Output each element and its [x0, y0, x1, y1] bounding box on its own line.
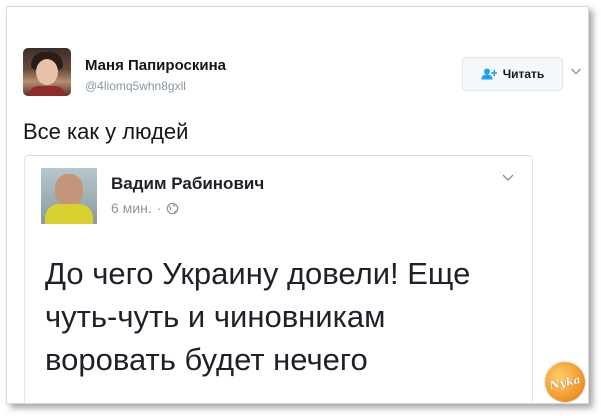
avatar-shirt — [45, 204, 93, 224]
avatar-collar — [29, 86, 65, 96]
post-author-name[interactable]: Вадим Рабинович — [111, 174, 264, 194]
chevron-down-icon[interactable] — [570, 65, 582, 77]
post-line: До чего Украину довели! Еще — [45, 256, 471, 291]
user-handle[interactable]: @4liomq5whn8gxll — [85, 79, 186, 93]
post-time[interactable]: 6 мин. — [111, 200, 152, 216]
meta-separator: · — [156, 200, 162, 216]
follow-label: Читать — [502, 67, 545, 81]
avatar[interactable] — [23, 48, 71, 96]
post-author-avatar[interactable] — [41, 168, 97, 224]
watermark-text: Nyka — [548, 372, 582, 392]
globe-icon — [167, 202, 179, 214]
post-line: чуть-чуть и чиновникам — [45, 299, 386, 334]
follow-button[interactable]: Читать — [462, 57, 563, 91]
add-user-icon — [481, 68, 497, 80]
post-meta: 6 мин. · — [111, 200, 179, 216]
screenshot-frame: Маня Папироскина @4liomq5whn8gxll Читать… — [6, 6, 589, 404]
chevron-down-icon[interactable] — [501, 170, 515, 184]
watermark-logo: Nyka — [541, 358, 588, 403]
embedded-post-card[interactable]: Вадим Рабинович 6 мин. · До чего Украину… — [24, 155, 533, 403]
avatar-head — [55, 174, 83, 206]
user-name[interactable]: Маня Папироскина — [85, 57, 226, 74]
post-line: воровать будет нечего — [45, 342, 368, 377]
tweet-text: Все как у людей — [23, 119, 189, 144]
post-body: До чего Украину довели! Еще чуть-чуть и … — [45, 252, 525, 381]
avatar-face — [36, 59, 58, 85]
